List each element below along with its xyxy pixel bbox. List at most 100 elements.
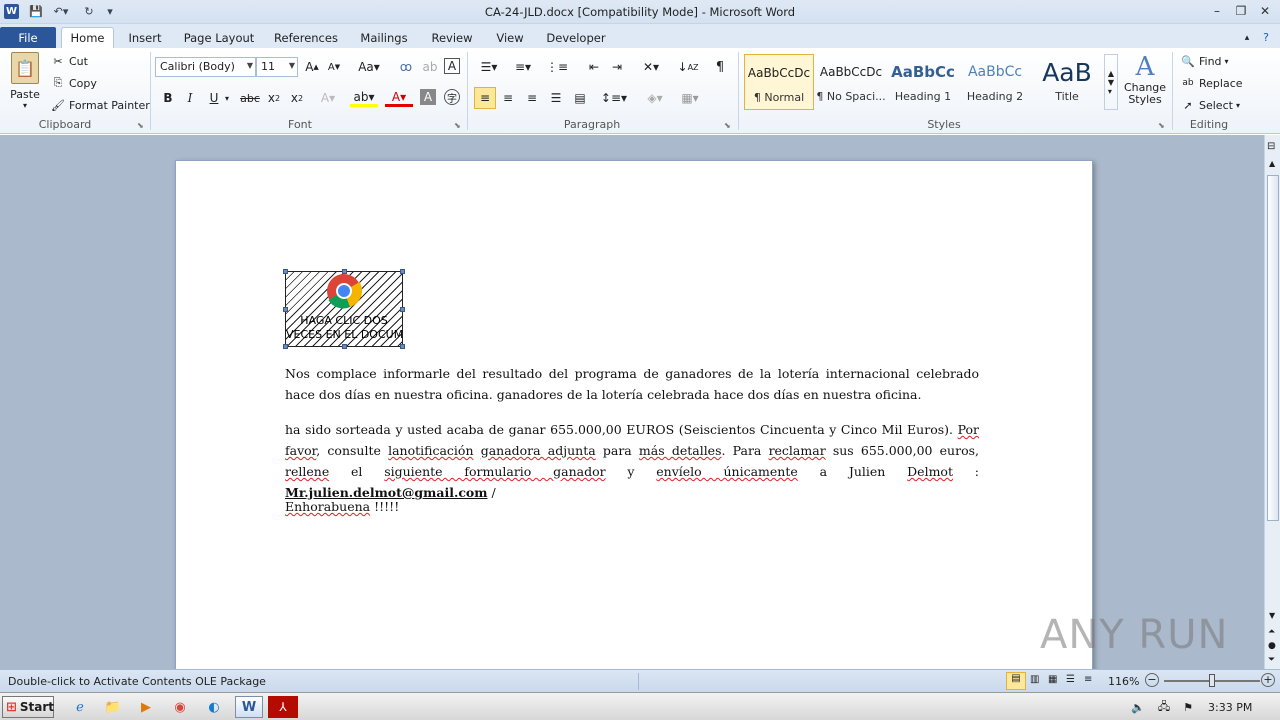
tab-view[interactable]: View	[492, 27, 528, 48]
chrome-taskbar-icon[interactable]: ◉	[168, 696, 192, 718]
action-center-icon[interactable]: ⚑	[1176, 696, 1200, 718]
full-screen-reading-icon[interactable]: ▥	[1030, 674, 1039, 685]
word-taskbar-icon[interactable]: W	[235, 696, 263, 718]
decrease-indent-icon[interactable]: ⇤	[584, 58, 604, 76]
font-size-combo[interactable]: 11 ▼	[256, 57, 298, 77]
style-heading-1[interactable]: AaBbCc Heading 1	[888, 54, 958, 110]
multilevel-list-icon[interactable]: ⋮≡	[544, 58, 570, 76]
tab-insert[interactable]: Insert	[124, 27, 166, 48]
subscript-icon[interactable]: x2	[264, 89, 284, 107]
format-painter-button[interactable]: 🖌 Format Painter	[50, 96, 150, 114]
shading-icon[interactable]: ◈▾	[642, 89, 668, 107]
ruler-toggle-icon[interactable]: ⊟	[1267, 141, 1275, 152]
show-formatting-icon[interactable]: ¶	[710, 58, 730, 76]
align-center-icon[interactable]: ≡	[498, 89, 518, 107]
numbering-icon[interactable]: ≡▾	[510, 58, 536, 76]
highlight-icon[interactable]: ab▾	[350, 89, 378, 107]
acrobat-taskbar-icon[interactable]: ⅄	[268, 696, 298, 718]
bold-icon[interactable]: B	[158, 89, 178, 107]
strikethrough-icon[interactable]: abc	[240, 89, 260, 107]
next-page-icon[interactable]: ⏷	[1268, 655, 1275, 665]
sort-icon[interactable]: ↓ AZ	[678, 58, 699, 76]
enclose-characters-icon[interactable]: 字	[444, 89, 460, 105]
increase-indent-icon[interactable]: ⇥	[607, 58, 627, 76]
minimize-ribbon-icon[interactable]: ▴	[1240, 27, 1254, 48]
character-shading-icon[interactable]: A	[420, 89, 436, 105]
phonetic-guide-icon[interactable]: ab	[420, 58, 440, 76]
help-icon[interactable]: ?	[1258, 27, 1274, 48]
zoom-level[interactable]: 116%	[1108, 675, 1139, 688]
start-button[interactable]: ⊞ Start	[2, 696, 54, 718]
superscript-icon[interactable]: x2	[287, 89, 307, 107]
resize-handle[interactable]	[283, 269, 288, 274]
font-color-icon[interactable]: A▾	[385, 89, 413, 107]
previous-page-icon[interactable]: ⏶	[1268, 627, 1275, 637]
align-left-icon[interactable]: ≡	[474, 87, 496, 109]
tab-references[interactable]: References	[272, 27, 340, 48]
font-name-combo[interactable]: Calibri (Body) ▼	[155, 57, 256, 77]
select-button[interactable]: ➚ Select ▾	[1180, 96, 1240, 114]
clock[interactable]: 3:33 PM	[1208, 701, 1252, 714]
tab-review[interactable]: Review	[428, 27, 476, 48]
scroll-up-icon[interactable]: ▲	[1269, 159, 1275, 168]
zoom-slider-thumb[interactable]	[1209, 674, 1215, 687]
restore-icon[interactable]: ❐	[1230, 2, 1252, 20]
vertical-scrollbar[interactable]: ⊟ ▲ ▼ ⏶ ● ⏷	[1264, 135, 1280, 669]
minimize-icon[interactable]: –	[1206, 2, 1228, 20]
resize-handle[interactable]	[342, 344, 347, 349]
resize-handle[interactable]	[400, 269, 405, 274]
outline-icon[interactable]: ☰	[1066, 674, 1075, 685]
style-heading-2[interactable]: AaBbCc Heading 2	[960, 54, 1030, 110]
borders-icon[interactable]: ▦▾	[676, 89, 704, 107]
resize-handle[interactable]	[400, 307, 405, 312]
shrink-font-icon[interactable]: A ▼	[324, 58, 344, 76]
copy-button[interactable]: ⎘ Copy	[50, 74, 97, 92]
web-layout-icon[interactable]: ▦	[1048, 674, 1057, 685]
underline-icon[interactable]: U	[204, 89, 224, 107]
network-icon[interactable]: 🖧	[1152, 696, 1176, 718]
clipboard-launcher-icon[interactable]: ⬊	[137, 121, 144, 130]
character-border-icon[interactable]: A	[444, 58, 460, 74]
tab-file[interactable]: File	[0, 27, 56, 48]
volume-icon[interactable]: 🔈	[1126, 696, 1150, 718]
cut-button[interactable]: ✂ Cut	[50, 52, 88, 70]
scroll-thumb[interactable]	[1267, 175, 1279, 521]
underline-dropdown-icon[interactable]: ▾	[222, 89, 232, 107]
draft-icon[interactable]: ≡	[1084, 674, 1092, 685]
change-case-icon[interactable]: Aa▾	[356, 58, 382, 76]
resize-handle[interactable]	[400, 344, 405, 349]
document-page[interactable]: HAGA CLIC DOS VECES EN EL DOCUM Nos comp…	[175, 160, 1093, 669]
italic-icon[interactable]: I	[180, 89, 200, 107]
paragraph-launcher-icon[interactable]: ⬊	[724, 121, 731, 130]
edge-icon[interactable]: ◐	[202, 696, 226, 718]
ole-package-object[interactable]: HAGA CLIC DOS VECES EN EL DOCUM	[283, 269, 405, 349]
style-normal[interactable]: AaBbCcDc ¶ Normal	[744, 54, 814, 110]
text-effects-icon[interactable]: A▾	[318, 89, 338, 107]
media-player-icon[interactable]: ▶	[134, 696, 158, 718]
replace-button[interactable]: ab Replace	[1180, 74, 1242, 92]
grow-font-icon[interactable]: A ▲	[302, 58, 322, 76]
tab-developer[interactable]: Developer	[544, 27, 608, 48]
resize-handle[interactable]	[283, 307, 288, 312]
styles-scroll-icon[interactable]: ▲ ▼ ▾	[1104, 54, 1118, 110]
tab-page-layout[interactable]: Page Layout	[182, 27, 256, 48]
align-right-icon[interactable]: ≡	[522, 89, 542, 107]
bullets-icon[interactable]: ☰▾	[476, 58, 502, 76]
tab-home[interactable]: Home	[61, 27, 114, 48]
justify-icon[interactable]: ☰	[546, 89, 566, 107]
scroll-down-icon[interactable]: ▼	[1269, 611, 1275, 620]
browse-object-icon[interactable]: ●	[1268, 641, 1276, 651]
zoom-out-icon[interactable]: −	[1145, 673, 1159, 687]
print-layout-icon[interactable]: ▤	[1006, 672, 1026, 690]
style-title[interactable]: AaB Title	[1032, 54, 1102, 110]
tab-mailings[interactable]: Mailings	[356, 27, 412, 48]
paste-button[interactable]: 📋 Paste ▾	[8, 52, 42, 112]
find-button[interactable]: 🔍 Find ▾	[1180, 52, 1228, 70]
change-styles-button[interactable]: A Change Styles	[1122, 52, 1168, 114]
styles-launcher-icon[interactable]: ⬊	[1158, 121, 1165, 130]
resize-handle[interactable]	[342, 269, 347, 274]
file-explorer-icon[interactable]: 📁	[101, 696, 125, 718]
internet-explorer-icon[interactable]: ℯ	[68, 696, 92, 718]
line-spacing-icon[interactable]: ↕≡▾	[600, 89, 628, 107]
zoom-in-icon[interactable]: +	[1261, 673, 1275, 687]
